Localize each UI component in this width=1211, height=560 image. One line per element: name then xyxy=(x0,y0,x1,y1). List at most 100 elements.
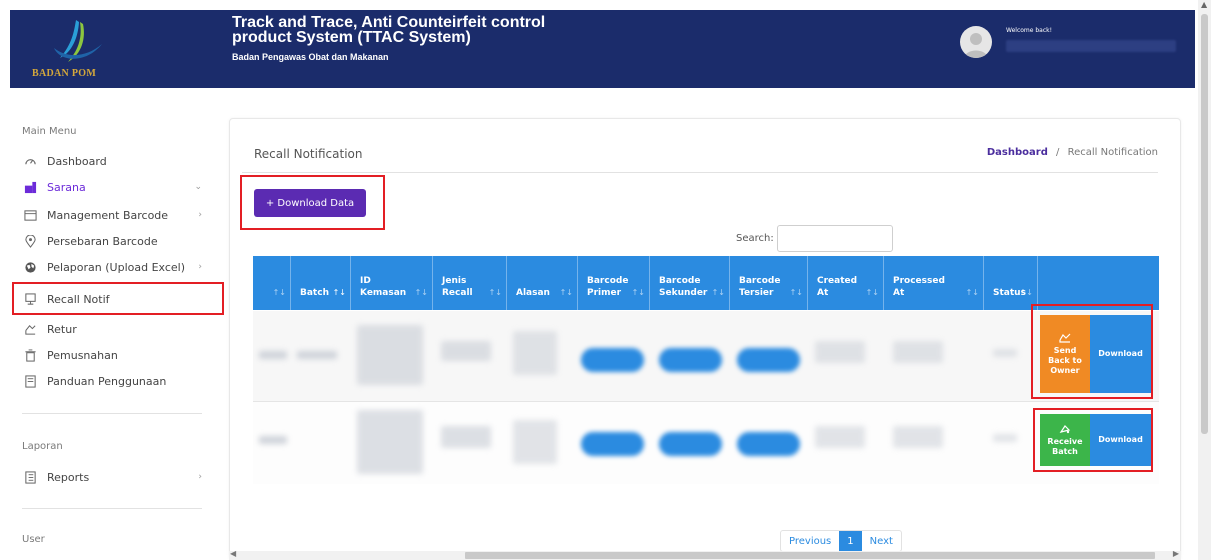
column-header-id-kemasan[interactable]: ID Kemasan ↑↓ xyxy=(351,256,433,310)
sort-icon: ↑↓ xyxy=(965,288,979,297)
logo-text: BADAN POM xyxy=(32,68,97,79)
logo[interactable]: BADAN POM xyxy=(10,10,220,88)
sidebar-item-label: Retur xyxy=(47,322,77,336)
scroll-right-icon[interactable]: ▶ xyxy=(1173,549,1179,558)
table-header: ↑↓ Batch ↑↓ ID Kemasan ↑↓ Jenis Recall ↑↓ A… xyxy=(253,256,1159,310)
vertical-scrollbar[interactable]: ▲ xyxy=(1198,0,1211,560)
sidebar-item-persebaran-barcode[interactable]: Persebaran Barcode xyxy=(22,230,212,252)
sort-icon: ↑↓ xyxy=(865,288,879,297)
chevron-right-icon: › xyxy=(198,210,202,220)
send-back-to-owner-button[interactable]: Send Back to Owner xyxy=(1040,315,1090,393)
sort-icon: ↑↓ xyxy=(789,288,803,297)
globe-icon xyxy=(22,259,38,275)
building-icon xyxy=(22,179,38,195)
recall-notif-highlight xyxy=(12,282,224,315)
sort-icon: ↑↓ xyxy=(1019,288,1033,297)
breadcrumb-dashboard-link[interactable]: Dashboard xyxy=(987,147,1048,158)
pagination-next[interactable]: Next xyxy=(862,531,901,551)
sort-icon: ↑↓ xyxy=(711,288,725,297)
scroll-up-icon[interactable]: ▲ xyxy=(1201,0,1207,9)
table-row xyxy=(253,311,1159,401)
sidebar-divider xyxy=(22,508,202,509)
pagination: Previous 1 Next xyxy=(780,530,902,552)
chevron-right-icon: › xyxy=(198,262,202,272)
sort-icon: ↑↓ xyxy=(631,288,645,297)
chevron-down-icon: ⌄ xyxy=(194,182,202,192)
column-header-jenis-recall[interactable]: Jenis Recall ↑↓ xyxy=(433,256,507,310)
truck-icon xyxy=(1059,424,1071,433)
folder-icon xyxy=(22,207,38,223)
sidebar-item-label: Sarana xyxy=(47,180,86,194)
person-icon xyxy=(964,33,988,58)
book-icon xyxy=(22,373,38,389)
sidebar-item-label: Dashboard xyxy=(47,154,107,168)
column-header-processed-at[interactable]: Processed At ↑↓ xyxy=(884,256,984,310)
download-data-button[interactable]: + Download Data xyxy=(254,189,366,217)
table-row xyxy=(253,402,1159,484)
user-avatar-icon[interactable] xyxy=(960,26,992,58)
sidebar-divider xyxy=(22,413,202,414)
report-icon xyxy=(22,469,38,485)
app-header: BADAN POM Track and Trace, Anti Counteir… xyxy=(10,10,1195,88)
sidebar-item-pemusnahan[interactable]: Pemusnahan xyxy=(22,344,212,366)
page-title: Recall Notification xyxy=(254,147,363,161)
laporan-title: Laporan xyxy=(22,441,63,452)
sort-icon: ↑↓ xyxy=(559,288,573,297)
sidebar-item-label: Reports xyxy=(47,470,90,484)
sidebar-item-label: Pelaporan (Upload Excel) xyxy=(47,260,186,274)
return-icon xyxy=(22,321,38,337)
sort-icon: ↑↓ xyxy=(488,288,502,297)
column-header-index[interactable]: ↑↓ xyxy=(253,256,291,310)
column-header-barcode-tersier[interactable]: Barcode Tersier ↑↓ xyxy=(730,256,808,310)
sort-icon: ↑↓ xyxy=(332,288,346,297)
sidebar-item-label: Pemusnahan xyxy=(47,348,118,362)
column-header-batch[interactable]: Batch ↑↓ xyxy=(291,256,351,310)
card-divider xyxy=(242,172,1158,173)
vertical-scroll-thumb[interactable] xyxy=(1201,14,1208,434)
sort-icon: ↑↓ xyxy=(414,288,428,297)
sidebar-item-label: Management Barcode xyxy=(47,208,169,222)
return-icon xyxy=(1059,333,1071,343)
chevron-right-icon: › xyxy=(198,472,202,482)
breadcrumb-separator: / xyxy=(1056,147,1060,158)
logo-swoosh-icon xyxy=(54,20,102,62)
column-header-actions xyxy=(1038,256,1159,310)
scroll-left-icon[interactable]: ◀ xyxy=(230,549,236,558)
search-label: Search: xyxy=(736,233,774,244)
app-title: Track and Trace, Anti Counteirfeit contr… xyxy=(232,14,546,46)
sidebar-item-label: Persebaran Barcode xyxy=(47,234,158,248)
column-header-created-at[interactable]: Created At ↑↓ xyxy=(808,256,884,310)
gauge-icon xyxy=(22,153,38,169)
column-header-barcode-primer[interactable]: Barcode Primer ↑↓ xyxy=(578,256,650,310)
horizontal-scrollbar[interactable]: ◀ ▶ xyxy=(229,549,1181,560)
pagination-page[interactable]: 1 xyxy=(839,531,862,551)
breadcrumb: Dashboard / Recall Notification xyxy=(987,147,1158,158)
main-menu-title: Main Menu xyxy=(22,126,77,137)
column-header-status[interactable]: Status ↑↓ xyxy=(984,256,1038,310)
search-input[interactable] xyxy=(777,225,893,252)
sidebar-item-label: Panduan Penggunaan xyxy=(47,374,167,388)
sidebar-item-panduan[interactable]: Panduan Penggunaan xyxy=(22,370,212,392)
sidebar-item-management-barcode[interactable]: Management Barcode › xyxy=(22,204,212,226)
sidebar-item-retur[interactable]: Retur xyxy=(22,318,212,340)
breadcrumb-current: Recall Notification xyxy=(1067,147,1158,158)
sidebar-item-reports[interactable]: Reports › xyxy=(22,466,212,488)
trash-icon xyxy=(22,347,38,363)
user-name-blurred xyxy=(1006,40,1176,52)
horizontal-scroll-thumb[interactable] xyxy=(465,552,1155,559)
column-header-barcode-sekunder[interactable]: Barcode Sekunder ↑↓ xyxy=(650,256,730,310)
sidebar-item-pelaporan[interactable]: Pelaporan (Upload Excel) › xyxy=(22,256,212,278)
sidebar-item-sarana[interactable]: Sarana ⌄ xyxy=(22,176,212,198)
user-title: User xyxy=(22,534,45,545)
map-pin-icon xyxy=(22,233,38,249)
column-header-alasan[interactable]: Alasan ↑↓ xyxy=(507,256,578,310)
app-subtitle: Badan Pengawas Obat dan Makanan xyxy=(232,52,389,62)
welcome-text: Welcome back! xyxy=(1006,27,1053,34)
sort-icon: ↑↓ xyxy=(272,288,286,297)
pagination-previous[interactable]: Previous xyxy=(781,531,839,551)
receive-batch-button[interactable]: Receive Batch xyxy=(1040,414,1090,466)
sidebar-item-dashboard[interactable]: Dashboard xyxy=(22,150,212,172)
download-row-button[interactable]: Download xyxy=(1090,315,1151,393)
download-row-button[interactable]: Download xyxy=(1090,414,1151,466)
sidebar: Main Menu Dashboard Sarana ⌄ Management … xyxy=(0,100,224,560)
